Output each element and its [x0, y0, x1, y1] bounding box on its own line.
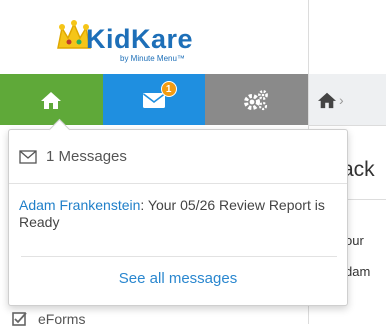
- content-text: dam: [345, 264, 371, 279]
- breadcrumb: ›: [309, 74, 386, 126]
- logo-tagline: by Minute Menu™: [120, 54, 185, 63]
- message-item[interactable]: Adam Frankenstein: Your 05/26 Review Rep…: [19, 197, 339, 231]
- divider: [21, 256, 337, 257]
- top-nav-bar: 1: [0, 74, 308, 125]
- settings-nav-button[interactable]: [205, 74, 308, 125]
- see-all-messages-link[interactable]: See all messages: [9, 270, 347, 287]
- logo-wordmark: KidKare: [86, 24, 194, 54]
- sidebar-item-eforms[interactable]: eForms: [12, 311, 85, 327]
- messages-count-label: 1 Messages: [46, 148, 127, 165]
- divider: [342, 199, 386, 200]
- message-count-badge: 1: [160, 81, 177, 97]
- home-icon: [41, 91, 62, 109]
- messages-nav-button[interactable]: 1: [102, 74, 206, 125]
- home-icon[interactable]: [317, 91, 337, 109]
- message-sender[interactable]: Adam Frankenstein: [19, 197, 140, 213]
- envelope-outline-icon: [19, 149, 37, 164]
- messages-dropdown: 1 Messages Adam Frankenstein: Your 05/26…: [8, 129, 348, 306]
- gears-icon: [244, 89, 269, 110]
- kidkare-logo[interactable]: KidKare by Minute Menu™: [0, 0, 308, 74]
- sidebar-item-label: eForms: [38, 311, 86, 327]
- breadcrumb-separator: ›: [339, 91, 344, 108]
- home-nav-button[interactable]: [0, 74, 103, 125]
